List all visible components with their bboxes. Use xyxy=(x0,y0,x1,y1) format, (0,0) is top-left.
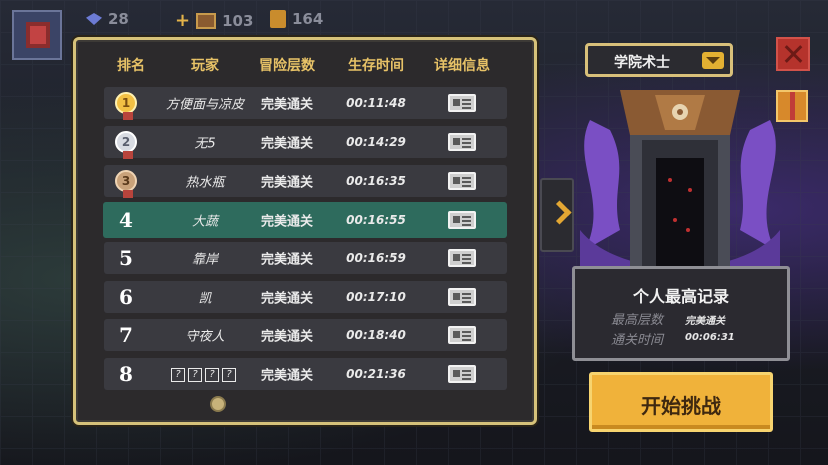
gem-counter: 28 xyxy=(86,10,129,28)
gold-medal-icon: 1 xyxy=(115,92,137,120)
close-icon[interactable] xyxy=(776,37,810,71)
selected-class: 学院术士 xyxy=(614,55,670,71)
bronze-medal-icon: 3 xyxy=(115,170,137,198)
header-survival-time: 生存时间 xyxy=(348,58,404,74)
details-icon[interactable] xyxy=(448,211,476,229)
floors-value: 完美通关 xyxy=(260,252,314,268)
table-row[interactable]: 6 凯 完美通关 00:17:10 xyxy=(104,281,507,313)
class-selector[interactable]: 学院术士 xyxy=(585,43,733,77)
player-name: 无5 xyxy=(194,136,216,152)
rank-number: 7 xyxy=(119,323,133,347)
personal-record-panel: 个人最高记录 最高层数 完美通关 通关时间 00:06:31 xyxy=(572,266,790,361)
survival-time: 00:16:35 xyxy=(346,174,406,188)
details-icon[interactable] xyxy=(448,133,476,151)
gem-icon xyxy=(86,13,102,25)
rank-number: 4 xyxy=(119,208,133,232)
survival-time: 00:11:48 xyxy=(346,96,406,110)
unknown-char-icon: ? xyxy=(171,368,185,382)
start-challenge-button[interactable]: 开始挑战 xyxy=(589,372,773,432)
player-name: 靠岸 xyxy=(191,252,219,268)
header-player: 玩家 xyxy=(191,58,219,74)
header-floors: 冒险层数 xyxy=(259,58,315,74)
chest-counter: + 103 xyxy=(175,10,253,31)
record-title: 个人最高记录 xyxy=(632,287,729,306)
unknown-char-icon: ? xyxy=(205,368,219,382)
clear-time-value: 00:06:31 xyxy=(685,332,735,343)
portal-illustration xyxy=(580,90,780,270)
chest-count: 103 xyxy=(222,11,254,30)
details-icon[interactable] xyxy=(448,249,476,267)
table-row-current-player[interactable]: 4 大蔬 完美通关 00:16:55 xyxy=(103,202,507,238)
floors-value: 完美通关 xyxy=(260,175,314,191)
plus-icon[interactable]: + xyxy=(175,10,190,31)
floors-value: 完美通关 xyxy=(260,136,314,152)
table-row[interactable]: 1 方便面与凉皮 完美通关 00:11:48 xyxy=(104,87,507,120)
unknown-char-icon: ? xyxy=(188,368,202,382)
chest-icon xyxy=(196,12,217,29)
survival-time: 00:17:10 xyxy=(346,290,406,304)
leaderboard-header: 排名 玩家 冒险层数 生存时间 详细信息 xyxy=(76,55,534,77)
table-row[interactable]: 2 无5 完美通关 00:14:29 xyxy=(104,126,507,159)
floors-value: 完美通关 xyxy=(260,214,314,230)
floors-value: 完美通关 xyxy=(260,291,314,307)
floors-value: 完美通关 xyxy=(260,329,314,345)
coin-count: 164 xyxy=(292,10,324,28)
rank-number: 3 xyxy=(121,174,131,188)
details-icon[interactable] xyxy=(448,94,476,112)
coin-icon xyxy=(270,10,286,28)
table-row[interactable]: 3 热水瓶 完美通关 00:16:35 xyxy=(104,165,507,198)
header-rank: 排名 xyxy=(117,58,145,74)
rank-number: 6 xyxy=(119,285,133,309)
player-portrait[interactable] xyxy=(12,10,62,60)
coin-counter: 164 xyxy=(270,10,323,28)
best-floors-value: 完美通关 xyxy=(685,316,725,327)
table-row[interactable]: 8 ???? 完美通关 00:21:36 xyxy=(104,358,507,390)
survival-time: 00:14:29 xyxy=(346,135,406,149)
rank-number: 1 xyxy=(121,96,131,110)
best-floors-label: 最高层数 xyxy=(611,313,664,328)
table-row[interactable]: 7 守夜人 完美通关 00:18:40 xyxy=(104,319,507,351)
survival-time: 00:16:59 xyxy=(346,251,406,265)
player-name: 凯 xyxy=(198,291,212,307)
clear-time-label: 通关时间 xyxy=(611,333,664,348)
next-arrow-button[interactable] xyxy=(540,178,574,252)
silver-medal-icon: 2 xyxy=(115,131,137,159)
survival-time: 00:16:55 xyxy=(346,213,406,227)
scroll-indicator-icon[interactable] xyxy=(210,396,226,412)
player-name: 方便面与凉皮 xyxy=(165,97,245,113)
details-icon[interactable] xyxy=(448,326,476,344)
unknown-char-icon: ? xyxy=(222,368,236,382)
player-name: 热水瓶 xyxy=(185,175,225,191)
rank-number: 8 xyxy=(119,362,133,386)
header-details: 详细信息 xyxy=(434,58,490,74)
player-name: 守夜人 xyxy=(185,329,225,345)
survival-time: 00:21:36 xyxy=(346,367,406,381)
player-name-hidden: ???? xyxy=(171,366,239,382)
details-icon[interactable] xyxy=(448,288,476,306)
details-icon[interactable] xyxy=(448,172,476,190)
player-name: 大蔬 xyxy=(191,214,219,230)
floors-value: 完美通关 xyxy=(260,97,314,113)
rank-number: 5 xyxy=(119,246,133,270)
leaderboard-panel: 排名 玩家 冒险层数 生存时间 详细信息 1 方便面与凉皮 完美通关 00:11… xyxy=(73,37,537,425)
survival-time: 00:18:40 xyxy=(346,328,406,342)
gift-chest-icon[interactable] xyxy=(776,90,808,122)
rank-number: 2 xyxy=(121,135,131,149)
details-icon[interactable] xyxy=(448,365,476,383)
chevron-down-icon[interactable] xyxy=(702,52,724,69)
floors-value: 完美通关 xyxy=(260,368,314,384)
table-row[interactable]: 5 靠岸 完美通关 00:16:59 xyxy=(104,242,507,274)
start-challenge-label: 开始挑战 xyxy=(641,394,721,418)
gem-count: 28 xyxy=(108,10,129,28)
